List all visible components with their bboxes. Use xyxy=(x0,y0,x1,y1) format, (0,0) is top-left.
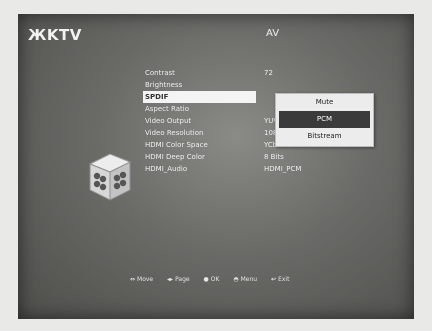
setting-value: 72 xyxy=(264,69,273,77)
setting-value: HDMI_PCM xyxy=(264,165,302,173)
setting-label: Contrast xyxy=(145,69,175,77)
setting-label: Video Output xyxy=(145,117,192,125)
setting-label: SPDIF xyxy=(145,93,169,101)
setting-label: HDMI Color Space xyxy=(145,141,208,149)
setting-label: Brightness xyxy=(145,81,183,89)
setting-value: 8 Bits xyxy=(264,153,284,161)
setting-label: Aspect Ratio xyxy=(145,105,189,113)
setting-label: HDMI_Audio xyxy=(145,165,188,173)
footer-hint-exit: ↩ Exit xyxy=(271,276,290,283)
menu-icon: ◓ xyxy=(233,276,239,283)
setting-spdif[interactable]: SPDIF xyxy=(143,91,256,103)
footer-hints: ⇔ Move ◂▸ Page ● OK ◓ Menu ↩ Exit xyxy=(130,276,301,283)
dropdown-option-mute[interactable]: Mute xyxy=(276,94,373,111)
brand-logo: ЖKTV xyxy=(28,26,82,44)
page-arrows-icon: ◂▸ xyxy=(167,276,174,283)
setting-hdmi-deep-color[interactable]: HDMI Deep Color 8 Bits xyxy=(143,151,373,163)
setting-label: Video Resolution xyxy=(145,129,204,137)
page-title: AV xyxy=(266,28,280,39)
footer-hint-move: ⇔ Move xyxy=(130,276,154,283)
setting-contrast[interactable]: Contrast 72 xyxy=(143,67,373,79)
setting-brightness[interactable]: Brightness xyxy=(143,79,373,91)
dropdown-option-pcm[interactable]: PCM xyxy=(279,111,370,128)
footer-hint-page: ◂▸ Page xyxy=(167,276,190,283)
footer-hint-ok: ● OK xyxy=(203,276,220,283)
spdif-dropdown[interactable]: Mute PCM Bitstream xyxy=(275,93,374,147)
footer-hint-menu: ◓ Menu xyxy=(233,276,258,283)
exit-icon: ↩ xyxy=(271,276,277,283)
setting-label: HDMI Deep Color xyxy=(145,153,205,161)
setting-hdmi-audio[interactable]: HDMI_Audio HDMI_PCM xyxy=(143,163,373,175)
move-arrows-icon: ⇔ xyxy=(130,276,136,283)
av-cube-icon xyxy=(88,153,132,201)
ok-icon: ● xyxy=(203,276,209,283)
dropdown-option-bitstream[interactable]: Bitstream xyxy=(276,128,373,145)
